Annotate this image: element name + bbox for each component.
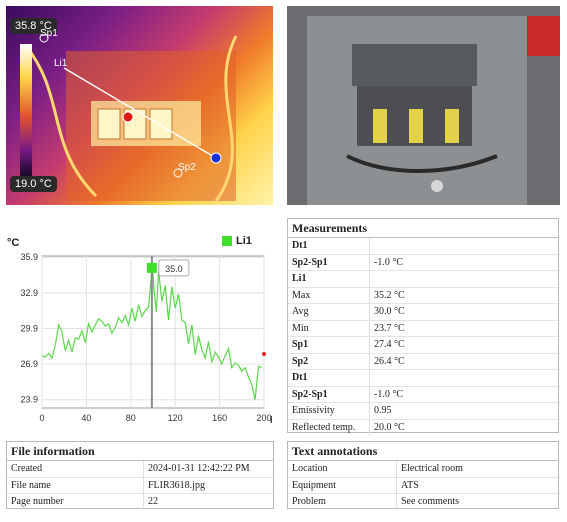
file-info-row: Page number 22 (7, 493, 273, 510)
measurement-key: Avg (288, 303, 370, 321)
x-axis-unit: px (270, 413, 272, 423)
file-info-key: Page number (7, 493, 144, 510)
file-info-table: Created 2024-01-31 12:42:22 PM File name FL… (7, 461, 273, 510)
chart-svg: 23.926.929.932.935.904080120160200px35.0 (20, 252, 272, 423)
file-info-value: 22 (148, 496, 158, 508)
measurement-row: Max 35.2 °C (288, 287, 558, 304)
measurement-key: Min (288, 320, 370, 337)
measurement-key: Sp1 (288, 336, 370, 354)
photo-drawing (287, 6, 560, 205)
measurement-key: Sp2-Sp1 (288, 386, 370, 403)
measurement-value: 26.4 °C (369, 353, 558, 370)
measurements-panel: Measurements Dt1 Sp2-Sp1 -1.0 °C Li1 Max 35.2… (287, 218, 559, 435)
measurement-row: Li1 (288, 270, 558, 288)
file-info-value: FLIR3618.jpg (143, 477, 273, 494)
x-tick-label: 80 (126, 413, 136, 423)
measurement-value: 23.7 °C (369, 320, 558, 337)
x-tick-label: 160 (212, 413, 227, 423)
measurement-value: 0.95 (369, 402, 558, 420)
li1-label: Li1 (54, 58, 68, 69)
file-info-title: File information (7, 442, 273, 461)
line-profile-chart: °C Li1 23.9 26.9 29.9 32.9 35.9 0 40 80 120 160 20… (6, 232, 272, 430)
x-tick-label: 0 (39, 413, 44, 423)
measurement-row: Dt1 (288, 369, 558, 387)
measurement-key: Emissivity (288, 402, 370, 420)
measurement-row: Sp1 27.4 °C (288, 336, 558, 354)
measurement-value (369, 270, 558, 288)
annotation-value: Electrical room (396, 461, 558, 478)
x-tick-label: 40 (81, 413, 91, 423)
y-tick-label: 26.9 (20, 359, 38, 369)
file-info-panel: File information Created 2024-01-31 12:42… (6, 441, 274, 510)
measurement-value: 27.4 °C (369, 336, 558, 354)
file-info-row: File name FLIR3618.jpg (7, 477, 273, 494)
visual-photo (287, 6, 560, 205)
measurement-key: Max (288, 287, 370, 304)
text-annotations-panel: Text annotations Location Electrical room… (287, 441, 559, 510)
measurement-row: Avg 30.0 °C (288, 303, 558, 321)
measurement-row: Min 23.7 °C (288, 320, 558, 337)
y-tick-label: 35.9 (20, 252, 38, 262)
thermal-image: 35.8 °C 19.0 °C Sp1 Li1 Sp2 (6, 6, 273, 205)
y-tick-label: 29.9 (20, 323, 38, 333)
y-tick-label: 32.9 (20, 288, 38, 298)
measurements-table: Dt1 Sp2-Sp1 -1.0 °C Li1 Max 35.2 °C Avg 30.0 °C… (288, 238, 558, 435)
annotation-key: Problem (288, 493, 397, 510)
sp1-label: Sp1 (40, 28, 58, 39)
x-tick-label: 120 (168, 413, 183, 423)
annotation-key: Location (288, 461, 397, 478)
measurement-key: Li1 (288, 270, 370, 288)
file-info-value: 2024-01-31 12:42:22 PM (143, 461, 273, 478)
measurement-row: Dt1 (288, 238, 558, 255)
hot-spot-marker (122, 111, 134, 123)
measurements-title: Measurements (288, 219, 558, 238)
measurement-value: 35.2 °C (369, 287, 558, 304)
annotation-value: ATS (396, 477, 558, 494)
file-info-key: File name (7, 477, 144, 494)
annotation-key: Equipment (288, 477, 397, 494)
measurement-key: Sp2-Sp1 (288, 254, 370, 271)
marker-tooltip-label: 35.0 (165, 264, 183, 274)
annotation-row: Location Electrical room (288, 461, 558, 478)
measurement-value (369, 238, 558, 255)
measurement-value (369, 369, 558, 387)
text-annotations-table: Location Electrical room Equipment ATS Probl… (288, 461, 558, 510)
measurement-key: Dt1 (288, 369, 370, 387)
measurement-key: Dt1 (288, 238, 370, 255)
measurement-row: Sp2-Sp1 -1.0 °C (288, 254, 558, 271)
annotation-row: Problem See comments (288, 493, 558, 510)
annotation-value: See comments (401, 496, 460, 508)
measurement-value: 30.0 °C (369, 303, 558, 321)
annotation-row: Equipment ATS (288, 477, 558, 494)
max-marker (146, 262, 157, 273)
measurement-row: Reflected temp. 20.0 °C (288, 419, 558, 435)
measurement-row: Sp2 26.4 °C (288, 353, 558, 370)
measurement-key: Sp2 (288, 353, 370, 370)
measurement-value: -1.0 °C (369, 386, 558, 403)
y-tick-label: 23.9 (20, 395, 38, 405)
file-info-key: Created (7, 461, 144, 478)
cold-spot-marker (210, 152, 222, 164)
min-temp-label: 19.0 °C (10, 176, 57, 192)
text-annotations-title: Text annotations (288, 442, 558, 461)
measurement-key: Reflected temp. (288, 419, 370, 435)
measurement-value: 20.0 °C (374, 421, 405, 433)
sp2-label: Sp2 (178, 162, 196, 173)
measurement-row: Sp2-Sp1 -1.0 °C (288, 386, 558, 403)
measurement-row: Emissivity 0.95 (288, 402, 558, 420)
file-info-row: Created 2024-01-31 12:42:22 PM (7, 461, 273, 478)
red-dot (262, 352, 266, 356)
measurement-value: -1.0 °C (369, 254, 558, 271)
